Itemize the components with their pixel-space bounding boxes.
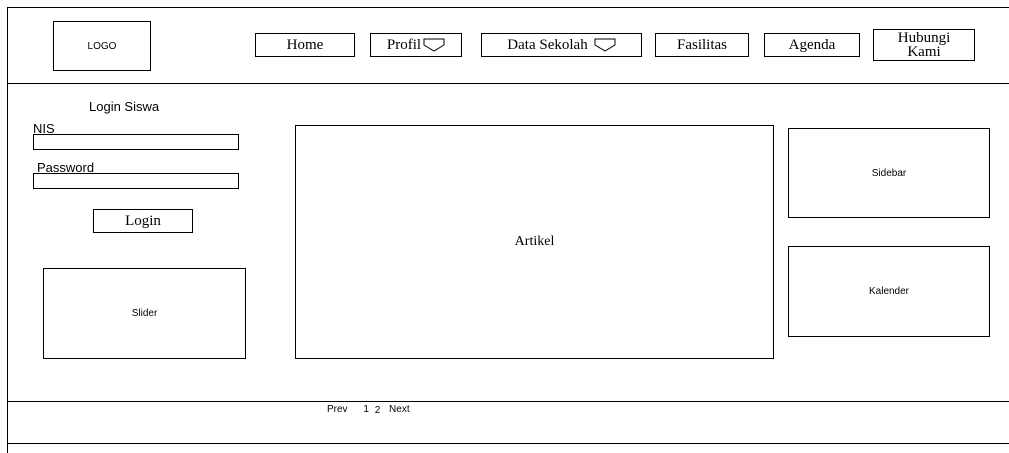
nav-agenda[interactable]: Agenda bbox=[764, 33, 860, 57]
sidebar-label: Sidebar bbox=[871, 167, 907, 179]
footer-top-divider bbox=[7, 401, 1009, 402]
nav-hubungi-kami-line1: Hubungi bbox=[897, 30, 951, 46]
nav-home-label: Home bbox=[286, 36, 324, 53]
header-divider bbox=[7, 83, 1009, 84]
chevron-down-icon bbox=[594, 38, 616, 52]
article-panel: Artikel bbox=[295, 125, 774, 359]
chevron-down-icon bbox=[423, 38, 445, 52]
nav-agenda-label: Agenda bbox=[788, 36, 836, 53]
pagination-next[interactable]: Next bbox=[389, 404, 410, 415]
nav-profil[interactable]: Profil bbox=[370, 33, 462, 57]
nav-profil-label: Profil bbox=[386, 36, 422, 53]
nav-data-sekolah-label: Data Sekolah bbox=[507, 36, 588, 53]
nav-hubungi-kami[interactable]: Hubungi Kami bbox=[873, 29, 975, 61]
slider-label: Slider bbox=[131, 308, 158, 319]
logo-text: LOGO bbox=[87, 40, 117, 52]
logo[interactable]: LOGO bbox=[53, 21, 151, 71]
article-label: Artikel bbox=[514, 234, 555, 249]
pagination-page-2[interactable]: 2 bbox=[375, 405, 381, 416]
calendar-label: Kalender bbox=[868, 286, 910, 297]
login-title: Login Siswa bbox=[89, 99, 160, 114]
nav-fasilitas-label: Fasilitas bbox=[676, 36, 727, 53]
password-input[interactable] bbox=[33, 173, 239, 189]
login-button[interactable]: Login bbox=[93, 209, 193, 233]
nav-hubungi-kami-line2: Kami bbox=[907, 44, 941, 60]
pagination: Prev 1 2 Next bbox=[327, 404, 410, 416]
calendar-panel: Kalender bbox=[788, 246, 990, 337]
slider-panel[interactable]: Slider bbox=[43, 268, 246, 359]
pagination-prev[interactable]: Prev bbox=[327, 404, 348, 415]
footer-bottom-divider bbox=[7, 443, 1009, 444]
nav-data-sekolah[interactable]: Data Sekolah bbox=[481, 33, 642, 57]
login-button-label: Login bbox=[125, 212, 161, 229]
nis-input[interactable] bbox=[33, 134, 239, 150]
nav-fasilitas[interactable]: Fasilitas bbox=[655, 33, 749, 57]
pagination-page-1[interactable]: 1 bbox=[363, 404, 369, 415]
nav-home[interactable]: Home bbox=[255, 33, 355, 57]
sidebar-panel: Sidebar bbox=[788, 128, 990, 218]
